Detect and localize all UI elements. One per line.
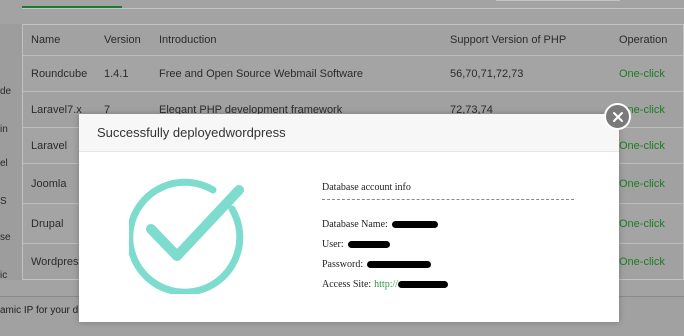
left-text-fragment: se <box>0 232 11 243</box>
access-site-link[interactable]: http:// <box>374 279 398 290</box>
dialog-header: Successfully deployedwordpress <box>79 114 619 152</box>
column-header-support-php: Support Version of PHP <box>450 34 567 46</box>
column-header-introduction: Introduction <box>159 34 217 46</box>
access-site-row: Access Site: http:// <box>322 279 449 290</box>
one-click-link[interactable]: One-click <box>619 164 665 203</box>
left-text-fragment: el <box>0 158 8 169</box>
app-version: 1.4.1 <box>104 67 129 80</box>
table-row: Roundcube 1.4.1 Free and Open Source Web… <box>23 55 683 91</box>
one-click-link[interactable]: One-click <box>619 128 665 163</box>
app-name: Joomla <box>31 177 67 190</box>
app-name: Drupal <box>31 217 64 230</box>
left-text-fragment: S <box>0 196 7 207</box>
column-header-operation: Operation <box>619 34 668 46</box>
access-site-label: Access Site: <box>322 279 372 290</box>
database-account-info: Database account info Database Name: Use… <box>322 182 574 290</box>
one-click-link[interactable]: One-click <box>619 204 665 243</box>
deploy-success-dialog: Successfully deployedwordpress Database … <box>79 114 619 322</box>
checkmark-circle-icon <box>129 178 244 294</box>
redacted-database-name <box>391 221 438 228</box>
dialog-title: Successfully deployedwordpress <box>97 125 286 140</box>
redacted-site-url <box>398 281 449 288</box>
app-name: Wordpress <box>31 255 84 268</box>
tab-bar-divider <box>22 8 684 9</box>
app-introduction: Free and Open Source Webmail Software <box>159 67 364 80</box>
info-divider <box>322 199 574 200</box>
user-row: User: <box>322 239 390 250</box>
search-box[interactable] <box>496 0 620 1</box>
redacted-user <box>347 241 390 248</box>
column-header-version: Version <box>104 34 141 46</box>
close-icon <box>612 111 623 122</box>
app-name: Laravel <box>31 139 68 152</box>
password-label: Password: <box>322 259 364 270</box>
one-click-link[interactable]: One-click <box>619 56 665 91</box>
redacted-password <box>367 261 432 268</box>
info-heading: Database account info <box>322 182 411 193</box>
app-php-support: 56,70,71,72,73 <box>450 67 524 80</box>
app-name: Roundcube <box>31 67 88 80</box>
close-dialog-button[interactable] <box>604 103 631 130</box>
database-name-row: Database Name: <box>322 219 438 230</box>
user-label: User: <box>322 239 344 250</box>
password-row: Password: <box>322 259 432 270</box>
database-name-label: Database Name: <box>322 219 388 230</box>
one-click-link[interactable]: One-click <box>619 244 665 279</box>
left-text-fragment: ic <box>0 270 8 281</box>
left-text-fragment: in <box>0 124 8 135</box>
footer-text: amic IP for your d <box>0 305 79 316</box>
app-name: Laravel7.x <box>31 103 82 116</box>
column-header-name: Name <box>31 34 61 46</box>
left-text-fragment: de <box>0 86 12 97</box>
table-header-row: Name Version Introduction Support Versio… <box>23 25 683 55</box>
